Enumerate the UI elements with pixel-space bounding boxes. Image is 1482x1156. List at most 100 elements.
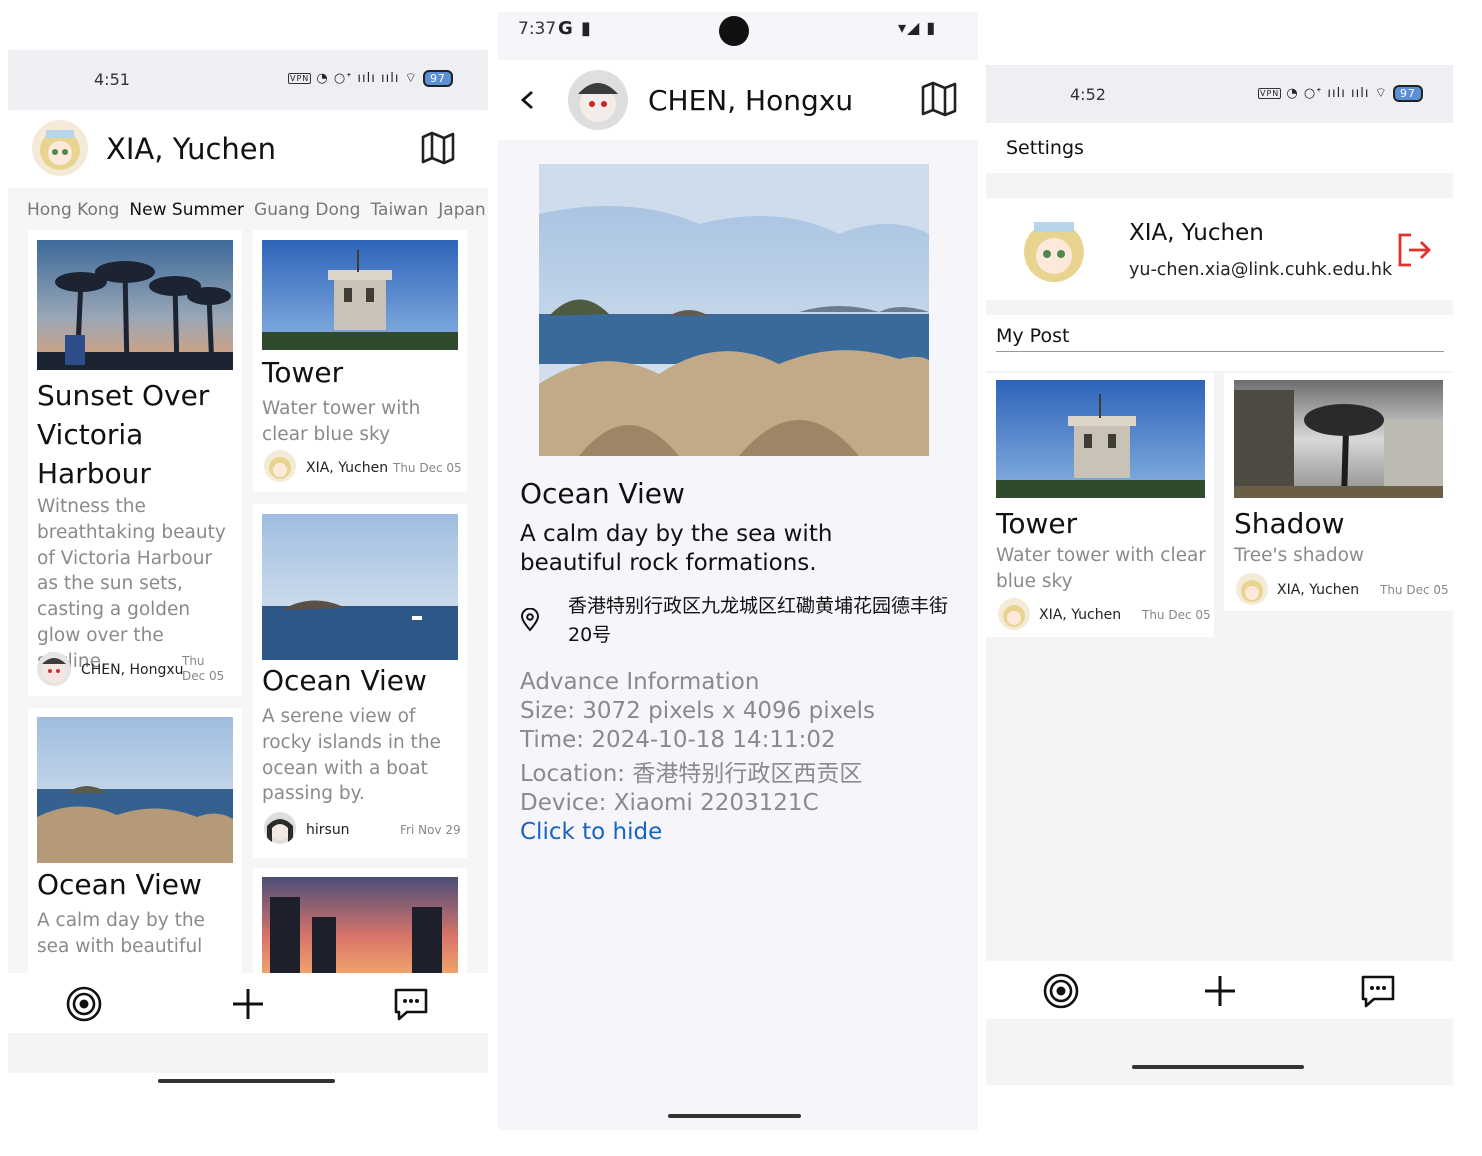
system-nav-area (986, 1019, 1453, 1059)
header-bar: Settings (986, 123, 1453, 173)
battery-indicator: 97 (1392, 85, 1423, 102)
battery-indicator: 97 (422, 70, 453, 87)
section-title: My Post (996, 325, 1070, 347)
tab-japan[interactable]: Japan (438, 200, 485, 220)
camera-cutout (719, 16, 749, 46)
bottom-nav (8, 973, 488, 1033)
home-indicator[interactable] (668, 1114, 801, 1118)
target-icon[interactable] (64, 984, 104, 1024)
page-title: CHEN, Hongxu (648, 84, 854, 117)
advance-device: Device: Xiaomi 2203121C (520, 790, 819, 816)
post-image (262, 877, 458, 973)
status-time: 4:51 (94, 70, 130, 89)
location-pin-icon (520, 608, 540, 632)
plus-icon[interactable] (1200, 971, 1240, 1011)
profile-email: yu-chen.xia@link.cuhk.edu.hk (1129, 260, 1393, 280)
advance-location: Location: 香港特别行政区西贡区 (520, 761, 863, 787)
post-author: XIA, Yuchen (1039, 607, 1122, 623)
map-icon[interactable] (920, 80, 958, 118)
post-author: XIA, Yuchen (306, 460, 389, 476)
post-card[interactable]: Ocean View A calm day by the sea with be… (28, 708, 242, 973)
tab-hong-kong[interactable]: Hong Kong (27, 200, 119, 220)
post-date: Thu Dec 05 (393, 461, 462, 475)
avatar[interactable] (1016, 208, 1092, 290)
post-title: Ocean View (37, 868, 202, 901)
back-icon[interactable] (516, 88, 540, 112)
post-description: Water tower with clear blue sky (262, 398, 421, 445)
feed: Sunset Over Victoria Harbour Witness the… (8, 228, 488, 973)
tab-bar: Hong Kong New Summer Guang Dong Taiwan Japan (8, 188, 488, 228)
home-indicator[interactable] (1132, 1065, 1304, 1069)
status-time: 4:52 (1070, 85, 1106, 104)
author-avatar (1236, 573, 1268, 605)
avatar[interactable] (568, 70, 628, 130)
post-author: CHEN, Hongxu (81, 662, 184, 678)
avatar[interactable] (32, 120, 88, 176)
post-title: Ocean View (520, 477, 685, 510)
system-nav-area (8, 1033, 488, 1073)
author-avatar (998, 598, 1030, 630)
post-card[interactable]: Shadow Tree's shadow XIA, Yuchen Thu Dec… (1224, 373, 1453, 611)
tab-taiwan[interactable]: Taiwan (370, 200, 428, 220)
tab-guang-dong[interactable]: Guang Dong (254, 200, 360, 220)
post-title: Tower (262, 356, 344, 389)
avatar-girl-icon (40, 130, 80, 170)
plus-icon[interactable] (228, 984, 268, 1024)
screen-home: 4:51 VPN ◔ ○ᐩ ıılı ıılı ⌔ 97 XIA, Yuchen… (8, 50, 488, 1100)
vpn-icon: VPN (1258, 88, 1282, 99)
hide-toggle-link[interactable]: Click to hide (520, 818, 970, 847)
profile-card: XIA, Yuchen yu-chen.xia@link.cuhk.edu.hk (986, 198, 1453, 300)
home-indicator[interactable] (158, 1079, 335, 1083)
status-bar: 4:52 VPN ◔ ○ᐩ ıılı ıılı ⌔ 97 (986, 65, 1453, 123)
post-description: A calm day by the sea with beautiful roc… (520, 521, 833, 576)
status-bar: 4:51 VPN ◔ ○ᐩ ıılı ıılı ⌔ 97 (8, 50, 488, 110)
target-icon[interactable] (1041, 971, 1081, 1011)
status-time: 7:37 (518, 19, 557, 39)
post-card[interactable]: Ocean View A serene view of rocky island… (253, 504, 467, 858)
post-title: Shadow (1234, 507, 1345, 540)
advance-info: Advance Information Size: 3072 pixels x … (520, 668, 970, 847)
post-title: Tower (996, 507, 1078, 540)
chat-icon[interactable] (391, 984, 431, 1024)
post-address: 香港特别行政区九龙城区红磡黄埔花园德丰街20号 (568, 595, 949, 646)
post-image (262, 514, 458, 660)
author-avatar (264, 812, 296, 844)
tab-new-summer[interactable]: New Summer (129, 200, 244, 220)
chat-icon[interactable] (1358, 971, 1398, 1011)
post-image (37, 717, 233, 863)
post-date: Thu Dec 05 (182, 654, 225, 683)
post-description: Witness the breathtaking beauty of Victo… (37, 496, 226, 672)
screen-post-detail: 7:37 G ▮ ▾◢ ▮ CHEN, Hongxu Ocean View A … (498, 12, 978, 1130)
post-image (996, 380, 1205, 498)
post-image (37, 240, 233, 370)
post-description: A calm day by the sea with beautiful (37, 910, 205, 957)
my-posts-grid: Tower Water tower with clear blue sky XI… (986, 371, 1453, 961)
author-avatar (264, 450, 296, 482)
map-icon[interactable] (420, 130, 456, 166)
post-card[interactable] (253, 868, 467, 973)
post-image[interactable] (539, 164, 929, 456)
post-card[interactable]: Tower Water tower with clear blue sky XI… (986, 373, 1214, 637)
screen-settings: 4:52 VPN ◔ ○ᐩ ıılı ıılı ⌔ 97 Settings XI… (986, 65, 1453, 1085)
profile-name: XIA, Yuchen (1129, 220, 1264, 246)
author-avatar (37, 652, 71, 686)
post-date: Thu Dec 05 (1380, 583, 1449, 597)
my-post-section: My Post (986, 315, 1453, 371)
status-icons: VPN ◔ ○ᐩ ıılı ıılı ⌔ 97 (1258, 85, 1423, 102)
post-title: Sunset Over Victoria Harbour (37, 379, 210, 490)
post-image (262, 240, 458, 350)
advance-time: Time: 2024-10-18 14:11:02 (520, 727, 836, 753)
bottom-nav (986, 961, 1453, 1019)
app-header: CHEN, Hongxu (498, 60, 978, 140)
post-author: XIA, Yuchen (1277, 582, 1360, 598)
post-date: Fri Nov 29 (400, 823, 461, 837)
post-card[interactable]: Sunset Over Victoria Harbour Witness the… (28, 230, 242, 696)
google-icon: G ▮ (558, 18, 592, 39)
post-card[interactable]: Tower Water tower with clear blue sky XI… (253, 230, 467, 492)
logout-icon[interactable] (1396, 232, 1432, 268)
post-title: Ocean View (262, 664, 427, 697)
vpn-icon: VPN (288, 73, 312, 84)
post-description: Water tower with clear blue sky (996, 545, 1206, 592)
signal-icons: ▾◢ ▮ (898, 18, 937, 37)
status-bar: 7:37 G ▮ ▾◢ ▮ (498, 12, 978, 60)
